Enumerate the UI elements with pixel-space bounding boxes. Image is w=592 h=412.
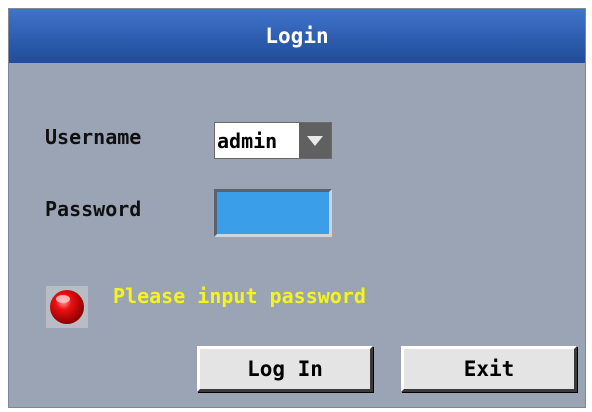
dropdown-arrow-icon[interactable] [299, 123, 331, 158]
dialog-title: Login [265, 24, 329, 48]
exit-button[interactable]: Exit [401, 346, 577, 392]
login-button[interactable]: Log In [197, 346, 373, 392]
username-label: Username [45, 125, 142, 149]
status-message: Please input password [113, 284, 366, 308]
password-field[interactable] [214, 189, 332, 237]
password-label: Password [45, 197, 142, 221]
dialog-title-bar: Login [9, 9, 585, 63]
login-dialog: Login Username admin Password Please inp [8, 8, 586, 408]
red-light-icon [46, 286, 88, 328]
username-value[interactable]: admin [215, 129, 299, 153]
username-select[interactable]: admin [214, 122, 332, 159]
